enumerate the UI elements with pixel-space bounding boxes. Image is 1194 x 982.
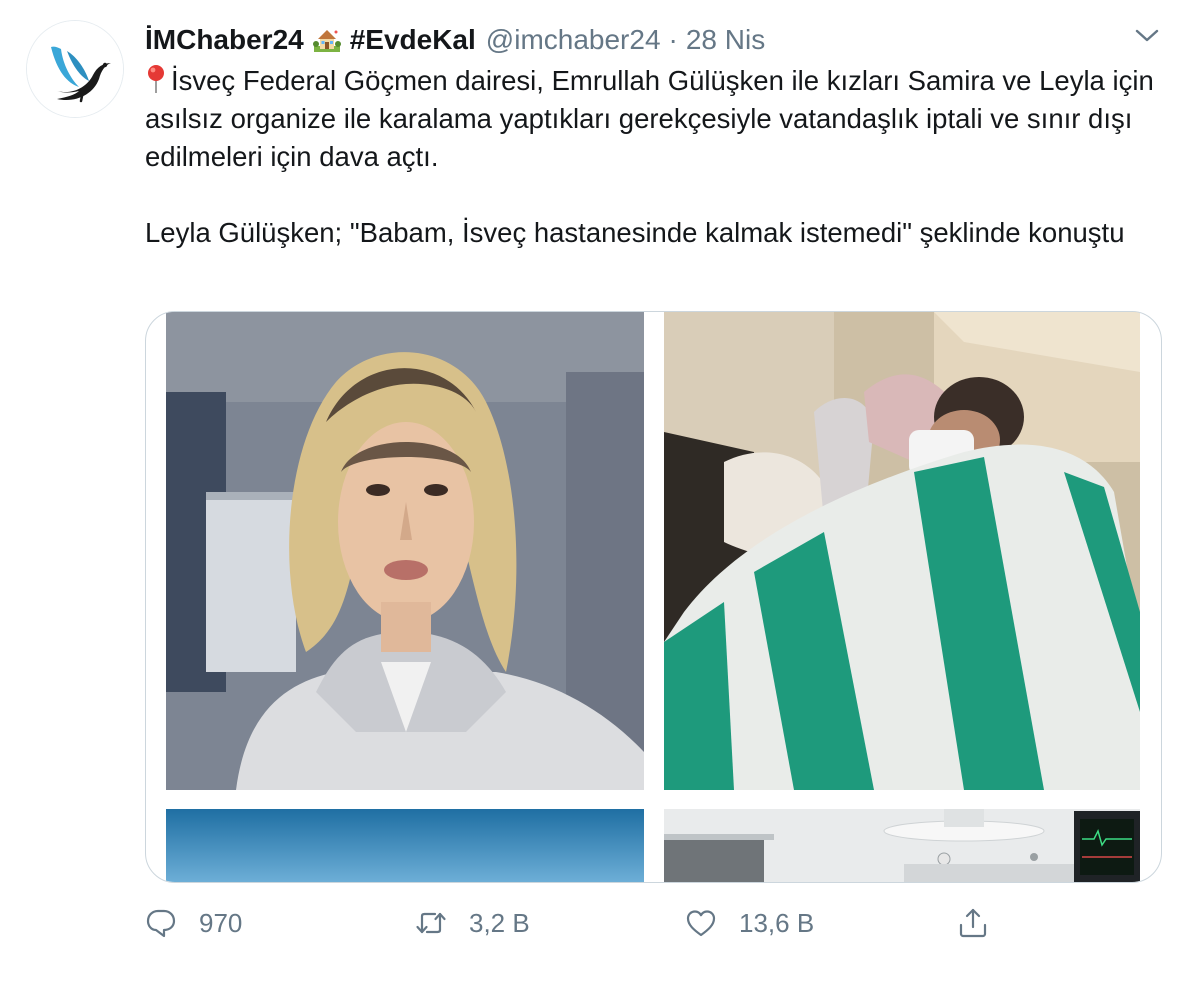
handle[interactable]: @imchaber24: [486, 24, 661, 56]
tweet-date[interactable]: 28 Nis: [686, 24, 765, 56]
tweet-text: İsveç Federal Göçmen dairesi, Emrullah G…: [145, 62, 1155, 252]
photo-4-image: [664, 809, 1140, 882]
retweet-count: 3,2 B: [469, 907, 530, 938]
tweet-paragraph-1: İsveç Federal Göçmen dairesi, Emrullah G…: [145, 62, 1155, 176]
tweet-paragraph-2: Leyla Gülüşken; "Babam, İsveç hastanesin…: [145, 217, 1125, 248]
photo-sky[interactable]: [166, 809, 644, 882]
house-with-garden-emoji: [312, 26, 342, 54]
heart-icon: [686, 910, 716, 937]
tweet-header: İMChaber24 #EvdeKal @imchaber24 · 28 Nis: [145, 22, 765, 58]
like-button[interactable]: 13,6 B: [685, 900, 814, 946]
hashtag-link[interactable]: #EvdeKal: [350, 24, 476, 56]
photo-hospital-room[interactable]: [664, 809, 1140, 882]
bird-logo-icon: [27, 21, 123, 117]
reply-count: 970: [199, 907, 243, 938]
photo-girl-portrait[interactable]: [166, 312, 644, 790]
media-grid: [145, 311, 1162, 883]
display-name[interactable]: İMChaber24: [145, 24, 304, 56]
account-avatar[interactable]: [26, 20, 124, 118]
photo-1-image: [166, 312, 644, 790]
reply-button[interactable]: 970: [145, 900, 242, 946]
photo-man-sleeping[interactable]: [664, 312, 1140, 790]
more-options-button[interactable]: [1132, 24, 1162, 48]
photo-3-image: [166, 809, 644, 882]
chevron-down-icon: [1135, 29, 1159, 42]
like-count: 13,6 B: [739, 907, 815, 938]
tweet-actions: 970 3,2 B 13,6 B: [145, 900, 1045, 946]
retweet-icon: [416, 912, 446, 934]
separator-dot: ·: [668, 24, 678, 55]
photo-2-image: [664, 312, 1140, 790]
share-icon: [959, 908, 987, 938]
paragraph-1-text: İsveç Federal Göçmen dairesi, Emrullah G…: [145, 65, 1154, 172]
retweet-button[interactable]: 3,2 B: [415, 900, 530, 946]
share-button[interactable]: [957, 900, 989, 946]
round-pushpin-emoji: [145, 64, 167, 94]
reply-icon: [146, 909, 176, 938]
